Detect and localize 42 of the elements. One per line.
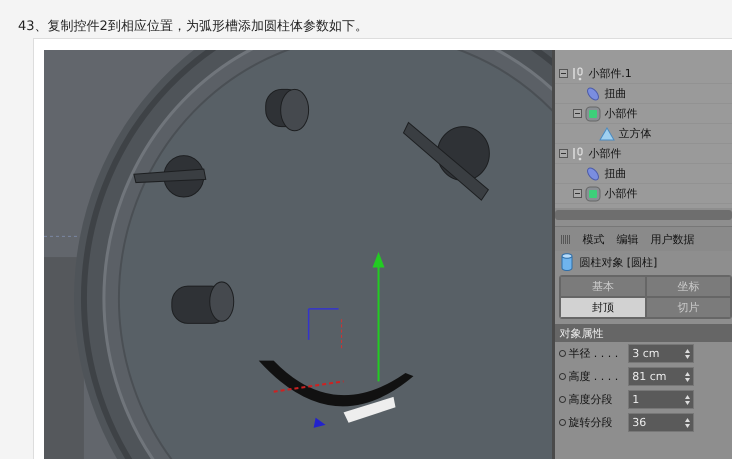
tree-item-label[interactable]: 小部件 (604, 106, 638, 121)
field-label: 高度分段 (568, 392, 614, 407)
tree-item-label[interactable]: 小部件.1 (588, 66, 632, 81)
object-title: 圆柱对象 [圆柱] (579, 254, 658, 270)
menu-item[interactable]: 模式 (582, 232, 604, 246)
circle-icon[interactable] (559, 396, 566, 403)
menu-item[interactable]: 用户数据 (650, 232, 694, 246)
collapse-toggle[interactable] (559, 69, 568, 78)
bend-deformer-icon (585, 86, 602, 100)
field-label: 高度 . . . . (568, 369, 620, 384)
grip-icon[interactable] (561, 234, 570, 244)
section-header: 对象属性 (555, 324, 732, 342)
triangle-icon (599, 126, 616, 140)
tree-item-label[interactable]: 扭曲 (604, 86, 626, 101)
spinner-arrows-icon[interactable] (685, 418, 690, 428)
number-field[interactable]: 3 cm (628, 344, 694, 363)
circle-icon[interactable] (559, 373, 566, 380)
collapse-toggle[interactable] (573, 189, 582, 198)
number-field[interactable]: 81 cm (628, 367, 694, 386)
number-field[interactable]: 1 (628, 390, 694, 409)
cylinder-icon (561, 253, 574, 271)
spinner-arrows-icon[interactable] (685, 372, 690, 382)
field-label: 半径 . . . . (568, 346, 620, 361)
circle-icon[interactable] (559, 350, 566, 357)
collapse-toggle[interactable] (559, 149, 568, 158)
horizontal-scrollbar[interactable] (555, 210, 732, 220)
tree-item-label[interactable]: 立方体 (618, 126, 652, 141)
menu-item[interactable]: 编辑 (616, 232, 638, 246)
bend-deformer-icon (585, 166, 602, 180)
tree-item-label[interactable]: 扭曲 (604, 166, 626, 181)
null-object-icon (571, 146, 586, 162)
spinner-arrows-icon[interactable] (685, 348, 690, 358)
step-heading: 43、复制控件2到相应位置，为弧形槽添加圆柱体参数如下。 (18, 19, 368, 34)
tree-item-label[interactable]: 小部件 (604, 186, 638, 201)
circle-icon[interactable] (559, 419, 566, 426)
null-object-icon (571, 66, 586, 82)
field-label: 旋转分段 (568, 415, 614, 430)
tab[interactable]: 封顶 (560, 297, 646, 318)
number-field[interactable]: 36 (628, 413, 694, 432)
spinner-arrows-icon[interactable] (685, 394, 690, 404)
collapse-toggle[interactable] (573, 109, 582, 118)
tree-item-label[interactable]: 小部件 (588, 146, 622, 161)
